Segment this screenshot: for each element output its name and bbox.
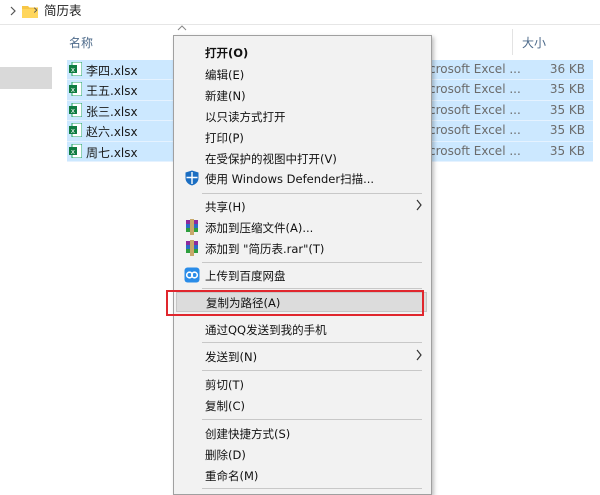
chevron-right-icon[interactable] xyxy=(8,4,18,18)
menu-label: 添加到压缩文件(A)... xyxy=(205,221,314,235)
title-bar: › 简历表 xyxy=(0,0,600,25)
menu-separator xyxy=(202,193,422,194)
menu-label: 复制(C) xyxy=(205,399,246,413)
file-size: 35 KB xyxy=(549,102,585,117)
menu-item-defender-scan[interactable]: 使用 Windows Defender扫描... xyxy=(174,168,431,188)
menu-label: 重命名(M) xyxy=(205,469,259,483)
menu-item-edit[interactable]: 编辑(E) xyxy=(174,64,431,84)
menu-item-upload-baidu[interactable]: 上传到百度网盘 xyxy=(174,265,431,285)
menu-label: 添加到 "简历表.rar"(T) xyxy=(205,242,325,256)
svg-text:x: x xyxy=(71,148,75,156)
menu-item-open[interactable]: 打开(O) xyxy=(174,42,431,62)
excel-file-icon: x xyxy=(69,143,82,158)
menu-separator xyxy=(202,342,422,343)
menu-label: 使用 Windows Defender扫描... xyxy=(205,172,375,186)
file-type: crosoft Excel ... xyxy=(429,143,521,158)
svg-text:x: x xyxy=(71,66,75,74)
menu-item-open-readonly[interactable]: 以只读方式打开 xyxy=(174,106,431,126)
file-name: 张三.xlsx xyxy=(86,104,138,119)
baidu-netdisk-icon xyxy=(184,267,200,283)
menu-item-copy[interactable]: 复制(C) xyxy=(174,395,431,415)
menu-label: 打开(O) xyxy=(205,46,249,60)
file-type: crosoft Excel ... xyxy=(429,82,521,97)
menu-label: 通过QQ发送到我的手机 xyxy=(205,323,327,337)
file-size: 35 KB xyxy=(549,82,585,97)
excel-file-icon: x xyxy=(69,123,82,138)
submenu-arrow-icon xyxy=(416,199,422,211)
menu-separator xyxy=(202,262,422,263)
winrar-archive-icon xyxy=(186,219,198,235)
menu-separator xyxy=(202,370,422,371)
menu-label: 打印(P) xyxy=(205,131,244,145)
menu-item-send-to[interactable]: 发送到(N) xyxy=(174,346,431,366)
winrar-archive-icon xyxy=(186,240,198,256)
excel-file-icon: x xyxy=(69,82,82,97)
menu-item-add-rar[interactable]: 添加到 "简历表.rar"(T) xyxy=(174,238,431,258)
file-size: 35 KB xyxy=(549,123,585,138)
menu-separator xyxy=(202,288,422,289)
menu-item-create-shortcut[interactable]: 创建快捷方式(S) xyxy=(174,423,431,443)
menu-label: 剪切(T) xyxy=(205,378,244,392)
menu-item-open-protected[interactable]: 在受保护的视图中打开(V) xyxy=(174,148,431,168)
menu-label: 共享(H) xyxy=(205,200,246,214)
menu-item-rename[interactable]: 重命名(M) xyxy=(174,465,431,485)
breadcrumb-separator: › xyxy=(33,3,39,18)
menu-label: 发送到(N) xyxy=(205,350,258,364)
sort-ascending-icon xyxy=(177,25,187,31)
menu-label: 删除(D) xyxy=(205,448,246,462)
excel-file-icon: x xyxy=(69,62,82,76)
highlight-annotation-box xyxy=(166,290,424,316)
menu-item-cut[interactable]: 剪切(T) xyxy=(174,374,431,394)
menu-item-new[interactable]: 新建(N) xyxy=(174,85,431,105)
svg-text:x: x xyxy=(71,86,75,94)
menu-item-send-qq[interactable]: 通过QQ发送到我的手机 xyxy=(174,319,431,339)
file-name: 赵六.xlsx xyxy=(86,125,138,140)
menu-item-delete[interactable]: 删除(D) xyxy=(174,444,431,464)
file-name: 王五.xlsx xyxy=(86,84,138,99)
navigation-pane[interactable] xyxy=(0,25,60,493)
file-name: 李四.xlsx xyxy=(86,64,138,78)
context-menu: 打开(O) 编辑(E) 新建(N) 以只读方式打开 打印(P) 在受保护的视图中… xyxy=(173,35,432,495)
menu-separator xyxy=(202,488,422,489)
file-type: crosoft Excel ... xyxy=(429,123,521,138)
file-name: 周七.xlsx xyxy=(86,145,138,160)
file-size: 36 KB xyxy=(549,62,585,76)
file-type: crosoft Excel ... xyxy=(429,62,521,76)
file-size: 35 KB xyxy=(549,143,585,158)
menu-item-add-archive[interactable]: 添加到压缩文件(A)... xyxy=(174,217,431,237)
column-divider[interactable] xyxy=(512,29,513,55)
menu-label: 以只读方式打开 xyxy=(205,110,286,124)
menu-label: 编辑(E) xyxy=(205,68,245,82)
menu-item-print[interactable]: 打印(P) xyxy=(174,127,431,147)
menu-item-share[interactable]: 共享(H) xyxy=(174,196,431,216)
windows-defender-shield-icon xyxy=(185,170,199,186)
excel-file-icon: x xyxy=(69,102,82,117)
svg-text:x: x xyxy=(71,107,75,115)
menu-label: 在受保护的视图中打开(V) xyxy=(205,152,337,166)
menu-separator xyxy=(202,419,422,420)
column-header-size[interactable]: 大小 xyxy=(522,34,546,51)
menu-label: 创建快捷方式(S) xyxy=(205,427,291,441)
submenu-arrow-icon xyxy=(416,349,422,361)
menu-label: 新建(N) xyxy=(205,89,246,103)
breadcrumb-folder-title[interactable]: 简历表 xyxy=(44,3,82,19)
column-header-name[interactable]: 名称 xyxy=(69,34,93,51)
file-type: crosoft Excel ... xyxy=(429,102,521,117)
nav-selected-item[interactable] xyxy=(0,67,52,89)
menu-label: 上传到百度网盘 xyxy=(205,269,286,283)
svg-text:x: x xyxy=(71,127,75,135)
